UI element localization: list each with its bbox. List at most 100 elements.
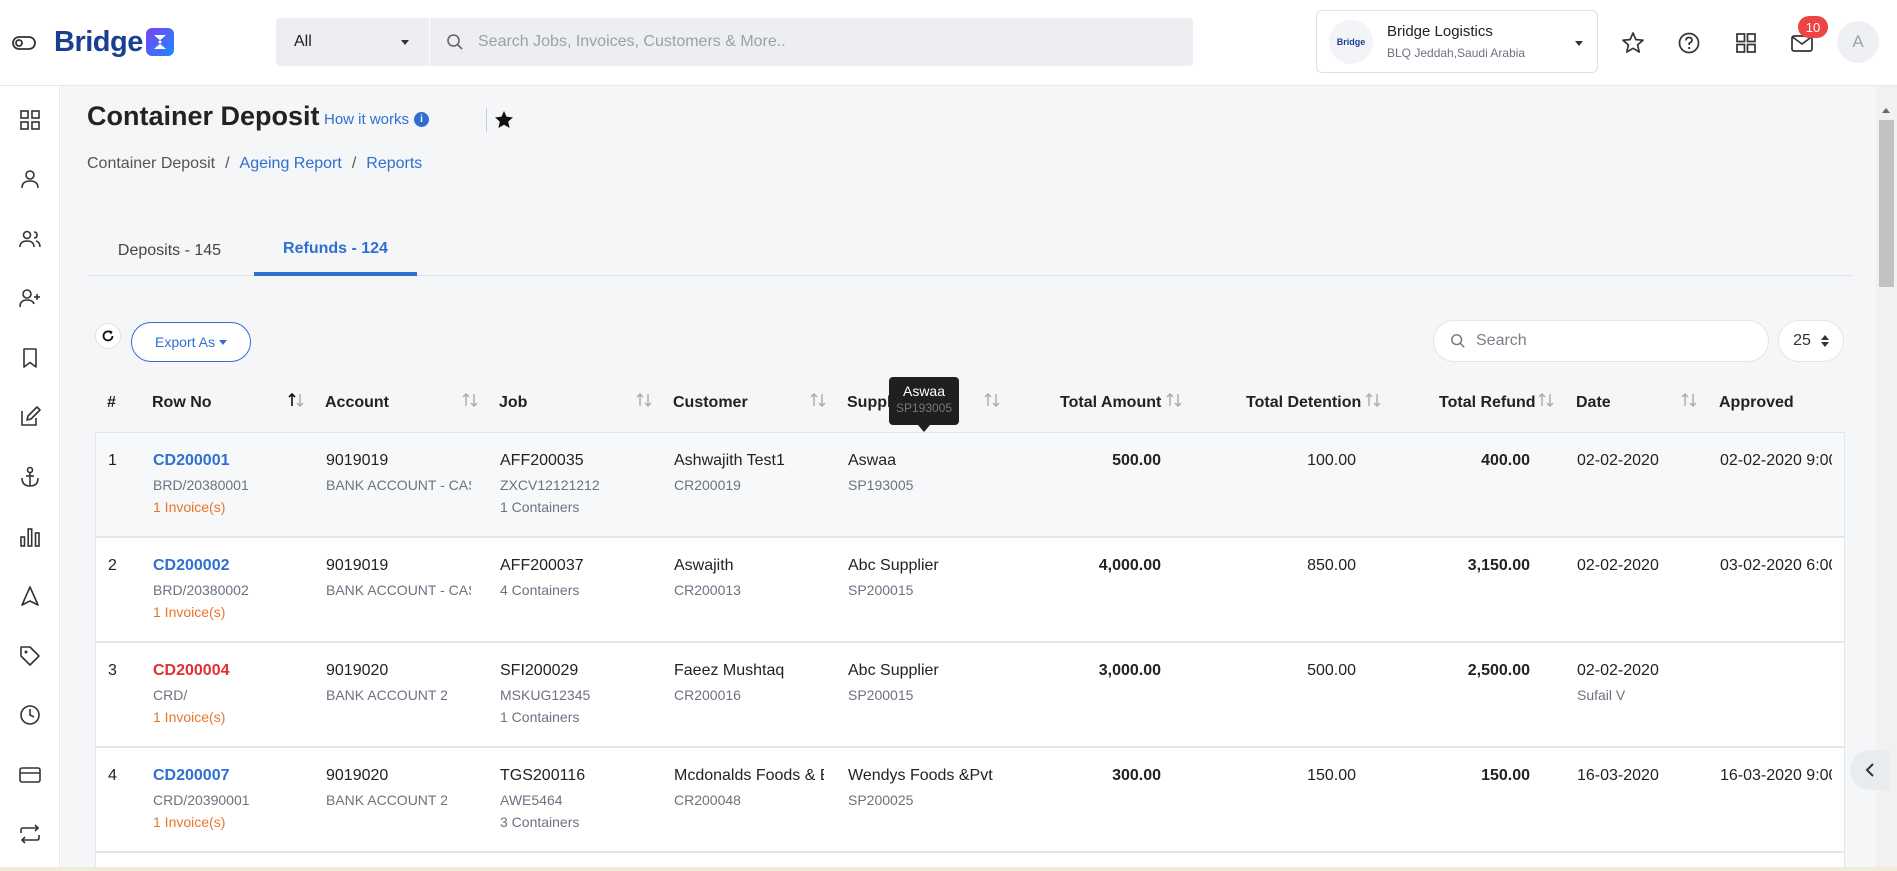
account-name: BANK ACCOUNT 2: [326, 792, 448, 808]
account-name: BANK ACCOUNT - CASH: [326, 582, 471, 598]
navigation-icon[interactable]: [18, 584, 42, 608]
help-icon[interactable]: [1676, 30, 1702, 56]
column-header-job[interactable]: Job: [499, 394, 527, 412]
clock-icon[interactable]: [18, 703, 42, 727]
column-header-account[interactable]: Account: [325, 394, 389, 412]
customer-name: Ashwajith Test1: [674, 452, 785, 469]
column-header-index: #: [107, 394, 116, 411]
avatar[interactable]: A: [1837, 21, 1879, 63]
column-header-total-detention[interactable]: Total Detention: [1246, 394, 1361, 412]
row-no-link[interactable]: CD200004: [153, 661, 313, 681]
bar-chart-icon[interactable]: [18, 525, 42, 549]
total-detention: 150.00: [1307, 767, 1356, 784]
edit-icon[interactable]: [18, 405, 42, 429]
table-row[interactable]: 1 CD200001 BRD/20380001 1 Invoice(s) 901…: [95, 432, 1845, 537]
repeat-icon[interactable]: [18, 822, 42, 846]
date: 02-02-2020: [1577, 452, 1659, 469]
invoices-link[interactable]: 1 Invoice(s): [153, 707, 313, 727]
scroll-up-arrow-icon[interactable]: [1882, 108, 1890, 113]
customer-name: Faeez Mushtaq: [674, 662, 785, 679]
row-reference: CRD/: [153, 687, 188, 703]
sort-icon[interactable]: [1165, 392, 1183, 408]
total-amount: 300.00: [1112, 767, 1161, 784]
row-index: 1: [108, 452, 117, 469]
breadcrumb-separator: /: [225, 155, 230, 172]
user-icon[interactable]: [18, 167, 42, 191]
sort-icon[interactable]: [809, 392, 827, 408]
row-no-link[interactable]: CD200002: [153, 556, 313, 576]
table-row[interactable]: 3 CD200004 CRD/ 1 Invoice(s) 9019020 BAN…: [95, 642, 1845, 747]
column-header-customer[interactable]: Customer: [673, 394, 748, 412]
customer-code: CR200019: [674, 477, 741, 493]
sort-icon[interactable]: [983, 392, 1001, 408]
logo-mark-icon: [145, 28, 174, 56]
scrollbar-thumb[interactable]: [1879, 120, 1894, 287]
table-row[interactable]: 4 CD200007 CRD/20390001 1 Invoice(s) 901…: [95, 747, 1845, 852]
add-user-icon[interactable]: [18, 286, 42, 310]
row-index: 2: [108, 557, 117, 574]
invoices-link[interactable]: 1 Invoice(s): [153, 602, 313, 622]
supplier-code: SP200025: [848, 792, 914, 808]
sort-icon[interactable]: [635, 392, 653, 408]
column-header-total-amount[interactable]: Total Amount: [1060, 394, 1161, 412]
row-no-link[interactable]: CD200007: [153, 766, 313, 786]
row-index: 4: [108, 767, 117, 784]
refresh-icon: [102, 330, 114, 342]
global-search-input[interactable]: Search Jobs, Invoices, Customers & More.…: [478, 33, 786, 51]
table-search-input[interactable]: Search: [1476, 332, 1527, 350]
table-search[interactable]: Search: [1433, 320, 1769, 362]
sort-icon[interactable]: [1680, 392, 1698, 408]
table-row[interactable]: 2 CD200002 BRD/20380002 1 Invoice(s) 901…: [95, 537, 1845, 642]
anchor-icon[interactable]: [18, 465, 42, 489]
divider: [486, 108, 487, 132]
chevron-left-icon: [1865, 763, 1874, 777]
tab-deposits[interactable]: Deposits - 145: [87, 226, 252, 276]
breadcrumb-item-ageing-report[interactable]: Ageing Report: [240, 155, 342, 173]
star-icon[interactable]: [1620, 30, 1646, 56]
tab-refunds[interactable]: Refunds - 124: [254, 226, 417, 276]
container-count: 1 Containers: [500, 709, 580, 725]
sort-icon[interactable]: [1537, 392, 1555, 408]
total-refund: 150.00: [1481, 767, 1530, 784]
row-reference: CRD/20390001: [153, 792, 250, 808]
apps-grid-icon[interactable]: [1733, 30, 1759, 56]
top-bar: Bridge All Search Jobs, Invoices, Custom…: [0, 0, 1897, 86]
how-it-works-link[interactable]: How it works i: [324, 111, 430, 128]
search-category-value: All: [294, 33, 312, 50]
approved-date: 02-02-2020 9:00: [1720, 452, 1832, 469]
invoices-link[interactable]: 1 Invoice(s): [153, 497, 313, 517]
breadcrumb-item-reports[interactable]: Reports: [366, 155, 422, 173]
company-selector[interactable]: Bridge Bridge Logistics BLQ Jeddah,Saudi…: [1316, 10, 1598, 73]
total-amount: 4,000.00: [1098, 557, 1161, 574]
invoices-link[interactable]: 1 Invoice(s): [153, 812, 313, 832]
toggle-icon[interactable]: [12, 32, 36, 54]
bookmark-icon[interactable]: [18, 346, 42, 370]
tab-bar: Deposits - 145 Refunds - 124: [87, 226, 1852, 276]
column-header-row-no[interactable]: Row No: [152, 394, 212, 412]
tag-icon[interactable]: [18, 644, 42, 668]
refresh-button[interactable]: [95, 323, 121, 349]
panel-toggle-button[interactable]: [1850, 750, 1890, 790]
date-user: Sufail V: [1577, 687, 1626, 703]
sort-asc-icon[interactable]: [287, 392, 305, 408]
app-logo[interactable]: Bridge: [54, 22, 176, 62]
column-header-approved[interactable]: Approved: [1719, 394, 1794, 412]
credit-card-icon[interactable]: [18, 763, 42, 787]
column-header-date[interactable]: Date: [1576, 394, 1611, 412]
logo-text: Bridge: [54, 25, 143, 58]
sort-icon[interactable]: [461, 392, 479, 408]
customer-code: CR200016: [674, 687, 741, 703]
page-size-select[interactable]: 25: [1778, 320, 1844, 362]
dashboard-icon[interactable]: [18, 108, 42, 132]
export-as-button[interactable]: Export As: [131, 322, 251, 362]
container-count: 3 Containers: [500, 814, 580, 830]
customer-code: CR200013: [674, 582, 741, 598]
sort-icon[interactable]: [1364, 392, 1382, 408]
search-category-select[interactable]: All: [276, 18, 430, 66]
favorite-star-icon[interactable]: [493, 109, 515, 131]
account-name: BANK ACCOUNT - CASH: [326, 477, 471, 493]
container-count: 1 Containers: [500, 499, 580, 515]
users-icon[interactable]: [18, 227, 42, 251]
row-no-link[interactable]: CD200001: [153, 451, 313, 471]
column-header-total-refund[interactable]: Total Refund: [1439, 394, 1536, 412]
